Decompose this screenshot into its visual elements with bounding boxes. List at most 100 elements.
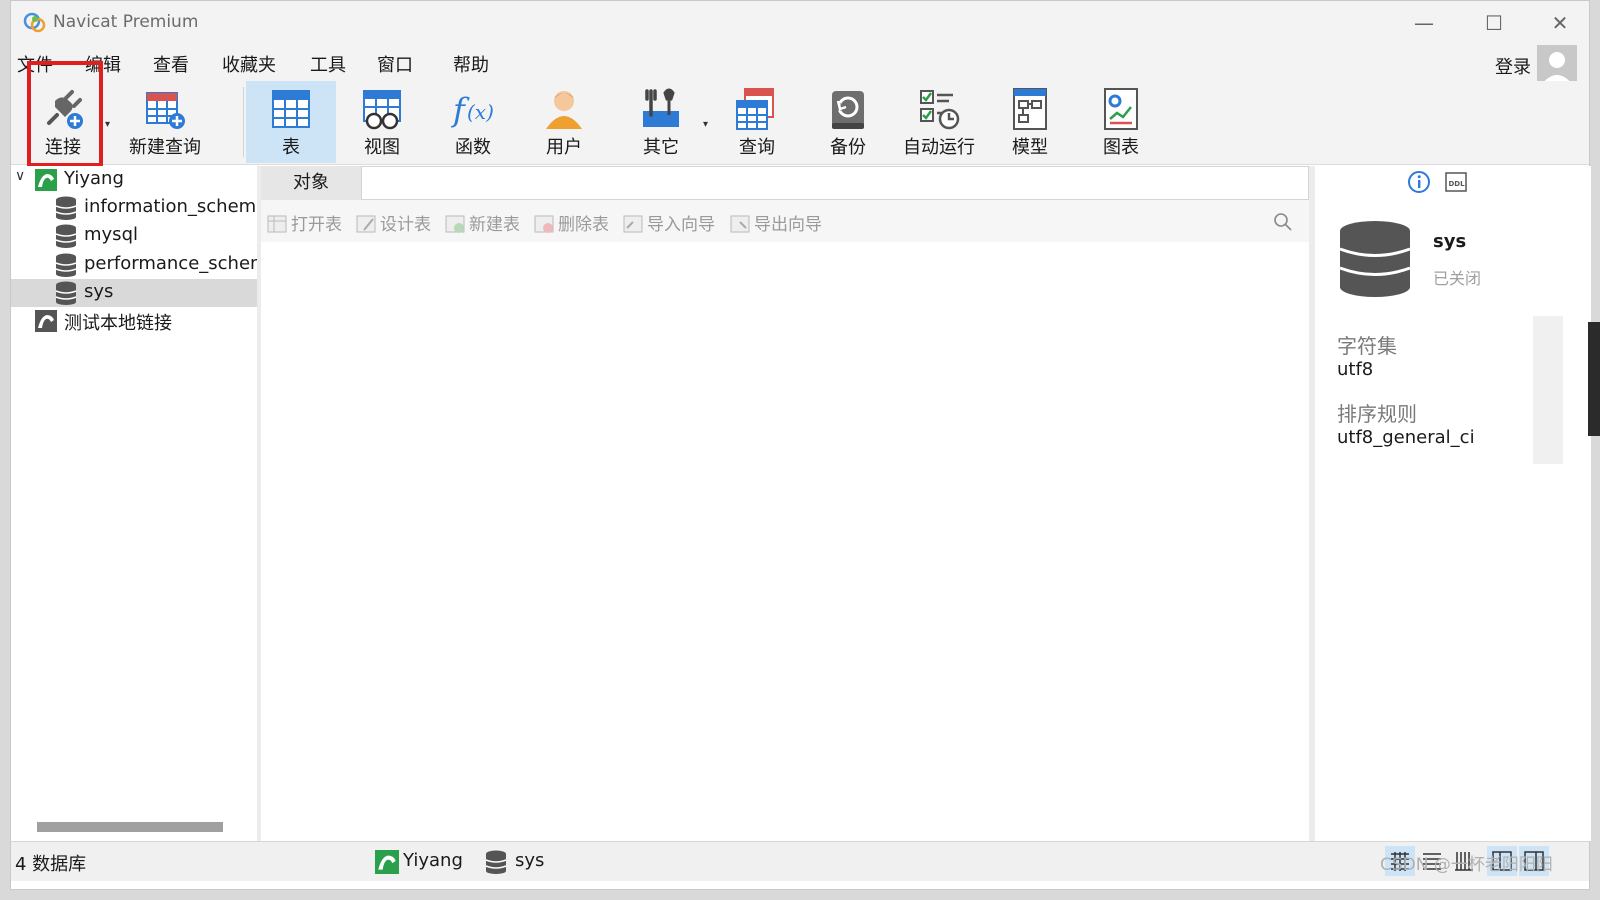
user-button[interactable]: 用户 [519, 81, 609, 163]
auto-run-button[interactable]: 自动运行 [894, 81, 984, 163]
new-table-button[interactable]: 新建表 [445, 210, 520, 235]
maximize-button[interactable]: ☐ [1471, 7, 1517, 39]
charset-label: 字符集 [1337, 334, 1397, 358]
avatar[interactable] [1537, 45, 1577, 85]
navicat-window: Navicat Premium — ☐ ✕ 文件 编辑 查看 收藏夹 工具 窗口… [10, 0, 1591, 890]
backup-button[interactable]: 备份 [803, 81, 893, 163]
open-table-label: 打开表 [291, 215, 342, 235]
model-button[interactable]: 模型 [985, 81, 1075, 163]
info-db-status: 已关闭 [1433, 269, 1482, 288]
ddl-icon[interactable]: DDL [1445, 172, 1467, 192]
mysql-connection-icon [35, 169, 57, 191]
view-icon [363, 90, 401, 130]
database-name: mysql [84, 224, 138, 245]
user-icon [546, 91, 582, 129]
database-name: information_schema [84, 196, 257, 217]
status-database-icon [485, 850, 507, 874]
window-title: Navicat Premium [53, 12, 199, 32]
login-link[interactable]: 登录 [1495, 53, 1531, 79]
info-db-name: sys [1433, 231, 1467, 252]
new-query-button[interactable]: 新建查询 [115, 81, 215, 163]
nav-horizontal-scrollbar[interactable] [37, 822, 223, 832]
function-button[interactable]: f (x) 函数 [428, 81, 518, 163]
schedule-icon [920, 90, 960, 130]
collation-value: utf8_general_ci [1337, 427, 1475, 448]
export-wizard-label: 导出向导 [754, 215, 822, 235]
export-icon [730, 215, 750, 233]
others-button[interactable]: 其它 [616, 81, 706, 163]
tree-db-sys[interactable]: sys [11, 279, 257, 307]
svg-text:DDL: DDL [1449, 180, 1466, 188]
tree-db-mysql[interactable]: mysql [11, 222, 257, 250]
search-icon[interactable] [1273, 212, 1293, 232]
collation-label: 排序规则 [1337, 402, 1417, 426]
status-database-name: sys [515, 850, 545, 871]
function-icon: f (x) [451, 91, 494, 129]
table-icon [272, 90, 310, 128]
object-list-area[interactable] [261, 242, 1309, 841]
menu-tools[interactable]: 工具 [310, 51, 346, 77]
menu-bar: 文件 编辑 查看 收藏夹 工具 窗口 帮助 登录 [11, 45, 1589, 85]
design-table-button[interactable]: 设计表 [356, 210, 431, 235]
info-icon[interactable] [1407, 170, 1431, 194]
database-icon [55, 196, 77, 220]
delete-table-label: 删除表 [558, 215, 609, 235]
others-label: 其它 [643, 137, 679, 158]
import-wizard-label: 导入向导 [647, 215, 715, 235]
view-label: 视图 [364, 137, 400, 158]
tree-db-information-schema[interactable]: information_schema [11, 194, 257, 222]
menu-favorites[interactable]: 收藏夹 [222, 51, 276, 77]
database-name: sys [84, 281, 114, 302]
tree-connection-local-test[interactable]: 测试本地链接 [11, 307, 257, 335]
query-icon [736, 88, 774, 130]
model-label: 模型 [1012, 137, 1048, 158]
new-query-icon [146, 92, 185, 129]
tab-objects[interactable]: 对象 [261, 166, 361, 200]
others-dropdown-icon[interactable]: ▾ [703, 119, 708, 130]
menu-view[interactable]: 查看 [153, 51, 189, 77]
tree-connection-yiyang[interactable]: ∨ Yiyang [11, 166, 257, 194]
query-button[interactable]: 查询 [712, 81, 802, 163]
user-avatar-icon [1537, 45, 1577, 85]
chart-icon [1104, 88, 1138, 130]
delete-table-button[interactable]: 删除表 [534, 210, 609, 235]
database-count: 4 数据库 [15, 854, 87, 875]
table-button[interactable]: 表 [246, 81, 336, 163]
info-panel: DDL sys 已关闭 字符集 utf8 排序规则 utf8_general_c… [1315, 166, 1591, 841]
open-table-button[interactable]: 打开表 [267, 210, 342, 235]
model-icon [1013, 88, 1047, 130]
toolbar-divider [243, 87, 244, 157]
tools-icon [643, 88, 679, 127]
delete-table-icon [534, 215, 554, 233]
connect-highlight-box [27, 61, 103, 167]
chart-label: 图表 [1103, 137, 1139, 158]
chart-button[interactable]: 图表 [1076, 81, 1166, 163]
auto-run-label: 自动运行 [903, 137, 975, 158]
design-table-label: 设计表 [380, 215, 431, 235]
import-wizard-button[interactable]: 导入向导 [623, 210, 715, 235]
open-table-icon [267, 215, 287, 233]
desktop-scrollbar [1588, 322, 1600, 436]
export-wizard-button[interactable]: 导出向导 [730, 210, 822, 235]
database-icon [55, 224, 77, 248]
tab-strip-empty [361, 166, 1309, 200]
close-button[interactable]: ✕ [1537, 7, 1583, 39]
menu-window[interactable]: 窗口 [377, 51, 413, 77]
menu-help[interactable]: 帮助 [453, 51, 489, 77]
connection-name: 测试本地链接 [64, 313, 172, 334]
svg-text:(x): (x) [467, 100, 494, 124]
view-button[interactable]: 视图 [337, 81, 427, 163]
navicat-logo-icon [23, 12, 46, 33]
watermark-text: CSDN @一杯老阳阳阳 [1380, 855, 1553, 875]
database-icon [55, 253, 77, 277]
info-scrollbar[interactable] [1533, 316, 1563, 464]
object-pane: 对象 打开表 设计表 新建表 删除表 导入向导 导出向导 [261, 166, 1309, 841]
collapse-caret-icon[interactable]: ∨ [15, 168, 25, 184]
new-query-label: 新建查询 [129, 137, 201, 158]
charset-value: utf8 [1337, 359, 1374, 380]
status-bar: 4 数据库 Yiyang sys [11, 841, 1589, 881]
minimize-button[interactable]: — [1401, 7, 1447, 39]
connect-dropdown-icon[interactable]: ▾ [105, 119, 110, 130]
connection-name: Yiyang [64, 168, 124, 189]
tree-db-performance-schema[interactable]: performance_schema [11, 251, 257, 279]
